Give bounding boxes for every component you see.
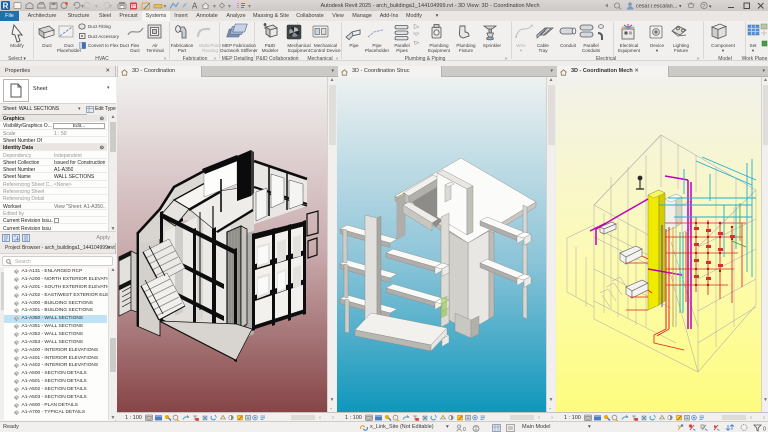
svg-text:▾: ▾: [109, 4, 112, 10]
svg-text:0: 0: [463, 427, 466, 432]
svg-text:▾: ▾: [248, 4, 251, 10]
svg-text:▾: ▾: [164, 4, 167, 10]
svg-text:▾: ▾: [213, 4, 216, 10]
svg-text:A: A: [192, 2, 198, 11]
svg-text:0: 0: [763, 427, 766, 432]
svg-text:R: R: [3, 2, 9, 11]
svg-text:▾: ▾: [228, 4, 231, 10]
svg-text:▾: ▾: [679, 4, 682, 10]
svg-text:▾: ▾: [95, 4, 98, 10]
svg-text:▾: ▾: [709, 4, 712, 10]
svg-text:cesar.r.escalan...: cesar.r.escalan...: [636, 4, 678, 10]
svg-text:?: ?: [702, 4, 705, 10]
